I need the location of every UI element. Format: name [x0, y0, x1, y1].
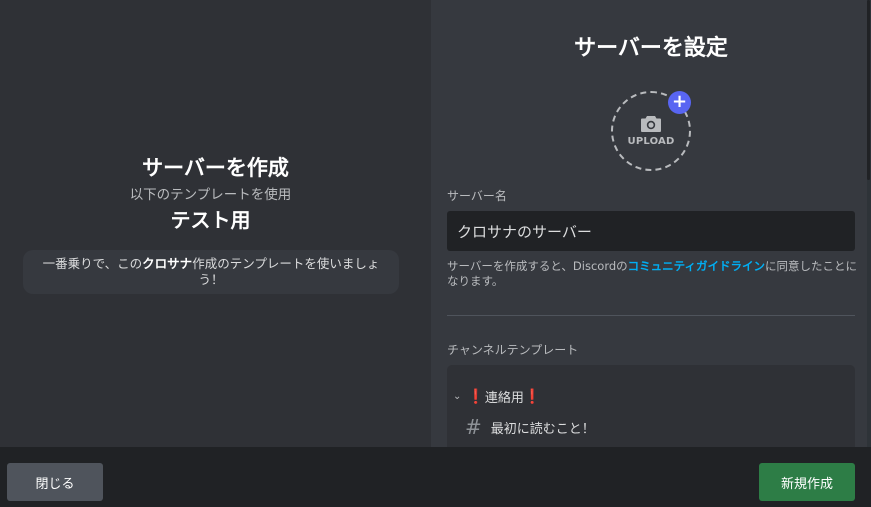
- channel-template-list: ⌄ ❗ 連絡用 ❗ # 最初に読むこと！: [447, 365, 855, 447]
- camera-icon: [641, 116, 661, 132]
- server-name-label: サーバー名: [447, 189, 507, 203]
- channel-row[interactable]: # 最初に読むこと！: [465, 415, 595, 439]
- community-guidelines-link[interactable]: コミュニティガイドライン: [628, 259, 765, 273]
- template-info-pane: サーバーを作成 以下のテンプレートを使用 テスト用 一番乗りで、このクロサナ作成…: [0, 0, 431, 447]
- create-server-title: サーバーを作成: [142, 156, 289, 180]
- channel-name: 最初に読むこと！: [490, 421, 595, 437]
- template-description: 一番乗りで、このクロサナ作成のテンプレートを使いましょう！: [23, 250, 399, 294]
- exclamation-icon: ❗: [523, 388, 542, 405]
- desc-prefix: 一番乗りで、この: [42, 256, 143, 271]
- server-settings-pane: サーバーを設定 UPLOAD + サーバー名 サーバーを作成すると、Discor…: [431, 0, 871, 447]
- category-name: 連絡用: [484, 391, 524, 406]
- close-button[interactable]: 閉じる: [7, 463, 103, 501]
- scrollbar-track[interactable]: [867, 0, 871, 447]
- create-button[interactable]: 新規作成: [759, 463, 855, 501]
- use-template-subtitle: 以下のテンプレートを使用: [129, 187, 292, 203]
- modal-footer: 閉じる 新規作成: [0, 447, 871, 507]
- chevron-down-icon: ⌄: [453, 391, 462, 402]
- channel-template-label: チャンネルテンプレート: [447, 343, 579, 357]
- hash-icon: #: [465, 415, 482, 439]
- desc-suffix: 作成のテンプレートを使いましょう！: [192, 256, 380, 287]
- category-row[interactable]: ⌄ ❗ 連絡用 ❗: [453, 387, 542, 407]
- exclamation-icon: ❗: [467, 388, 485, 405]
- server-name-input[interactable]: [447, 211, 855, 251]
- upload-label: UPLOAD: [627, 136, 675, 147]
- terms-prefix: サーバーを作成すると、Discordの: [447, 259, 628, 273]
- setup-server-title: サーバーを設定: [574, 36, 728, 61]
- desc-author: クロサナ: [142, 256, 193, 271]
- divider: [447, 315, 855, 316]
- terms-text: サーバーを作成すると、Discordのコミュニティガイドラインに同意したことにな…: [447, 259, 857, 289]
- plus-icon[interactable]: +: [668, 91, 691, 114]
- scrollbar-thumb[interactable]: [867, 0, 870, 180]
- template-name: テスト用: [170, 208, 251, 232]
